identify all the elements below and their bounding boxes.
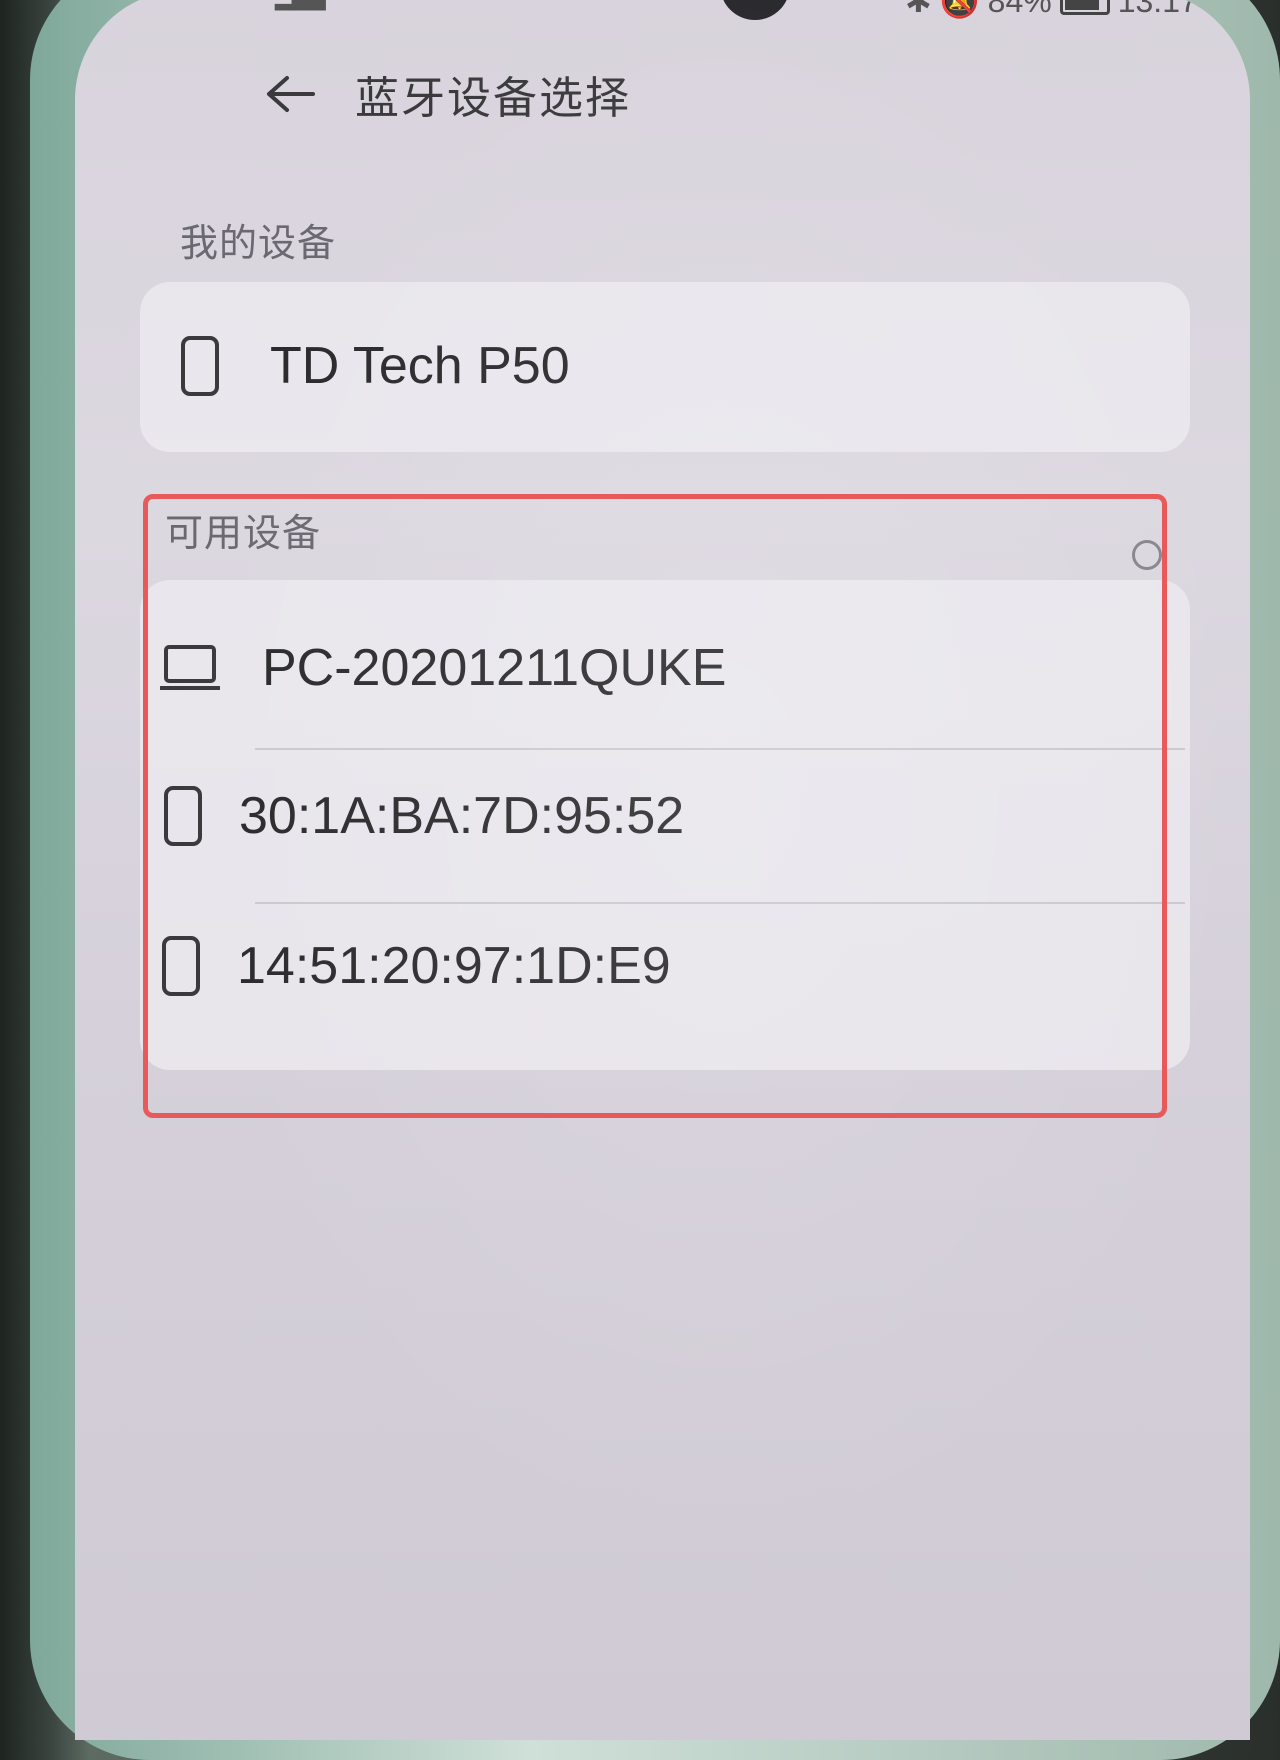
header: 蓝牙设备选择	[265, 62, 631, 126]
mute-icon: 🔕	[939, 0, 980, 19]
signal-icon: ▂▄▆	[275, 0, 326, 11]
phone-icon	[180, 335, 220, 397]
device-row-td-tech-p50[interactable]: TD Tech P50	[180, 335, 570, 397]
camera-hole	[720, 0, 790, 20]
arrow-left-icon[interactable]	[265, 69, 315, 119]
highlight-annotation-box	[143, 494, 1167, 1118]
status-time: 13:17	[1117, 0, 1198, 19]
status-bar-right: ✱ 🔕 84% 13:17	[905, 0, 1198, 20]
battery-percent: 84%	[987, 0, 1052, 19]
device-name: TD Tech P50	[270, 337, 570, 395]
battery-icon	[1059, 0, 1110, 15]
loading-spinner-icon	[1132, 540, 1162, 570]
bluetooth-status-icon: ✱	[905, 0, 932, 19]
page-title: 蓝牙设备选择	[355, 73, 631, 124]
section-label-my-devices: 我的设备	[180, 221, 337, 265]
